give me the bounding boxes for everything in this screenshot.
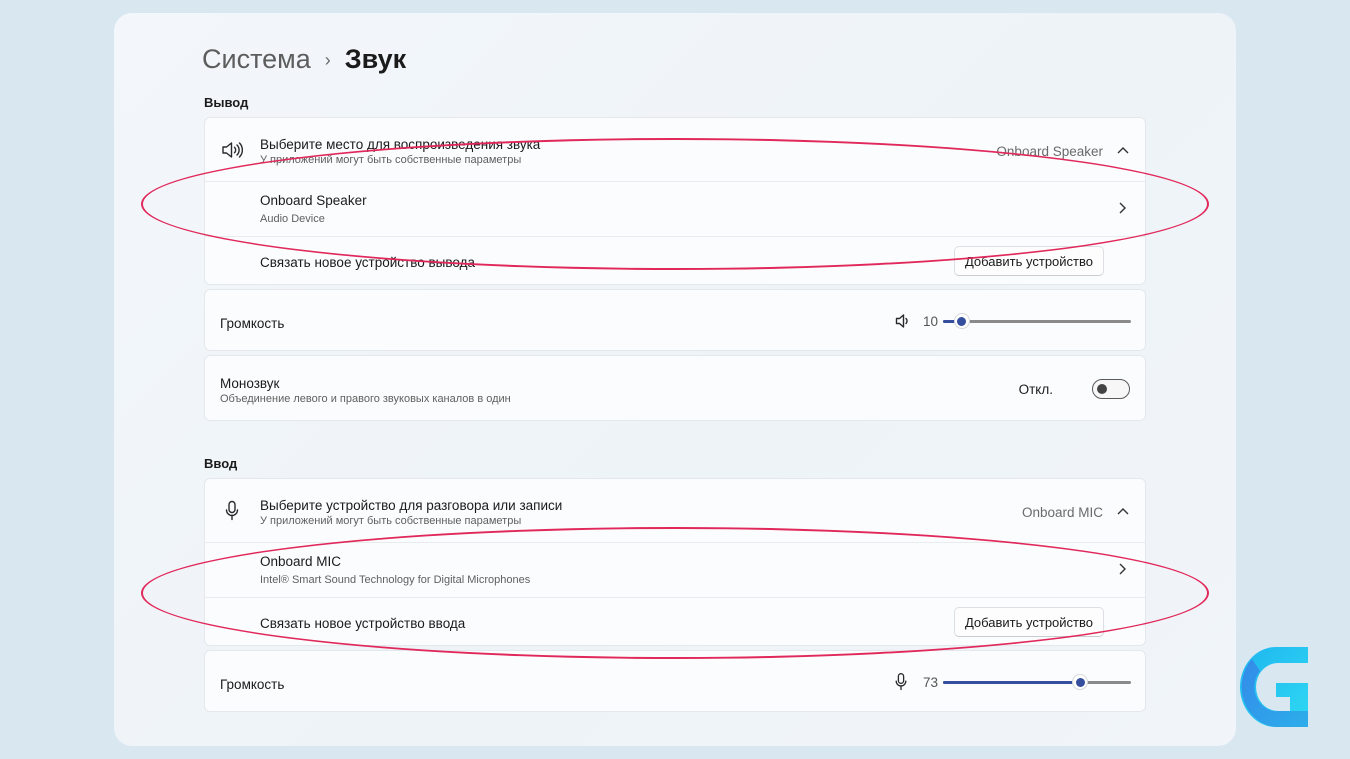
output-picker-subtitle: У приложений могут быть собственные пара… [260,154,522,166]
chevron-right-icon [1119,202,1127,217]
input-volume-value: 73 [923,675,939,690]
output-volume-track [943,320,1131,323]
add-output-device-button[interactable]: Добавить устройство [953,246,1104,276]
breadcrumb: Система › Звук [202,41,406,77]
output-device-description: Audio Device [260,213,325,225]
output-volume-slider[interactable] [943,311,1131,331]
output-device-name: Onboard Speaker [260,193,367,208]
toggle-knob [1097,384,1107,394]
input-device-row[interactable]: Onboard MIC Intel® Smart Sound Technolog… [205,542,1145,597]
output-device-card: Выберите место для воспроизведения звука… [204,117,1146,285]
input-device-picker[interactable]: Выберите устройство для разговора или за… [205,479,1145,542]
mono-audio-card: Монозвук Объединение левого и правого зв… [204,355,1146,421]
mono-audio-toggle[interactable] [1092,379,1130,399]
breadcrumb-parent[interactable]: Система [202,42,311,76]
chevron-up-icon[interactable] [1117,142,1129,157]
output-device-picker[interactable]: Выберите место для воспроизведения звука… [205,118,1145,181]
output-picker-title: Выберите место для воспроизведения звука [260,137,541,152]
mono-audio-title: Монозвук [220,376,280,391]
input-volume-slider[interactable] [943,672,1131,692]
input-picker-title: Выберите устройство для разговора или за… [260,498,563,513]
output-section-title: Вывод [204,95,249,110]
add-input-device-button[interactable]: Добавить устройство [953,607,1104,637]
speaker-volume-icon[interactable] [890,308,916,334]
microphone-volume-icon[interactable] [888,669,914,695]
chevron-up-icon[interactable] [1117,503,1129,518]
input-device-card: Выберите устройство для разговора или за… [204,478,1146,646]
chevron-right-icon [1119,563,1127,578]
input-device-description: Intel® Smart Sound Technology for Digita… [260,574,531,586]
settings-window: Система › Звук Вывод Выберите место для … [114,13,1236,746]
input-volume-label: Громкость [220,677,285,692]
mono-audio-state: Откл. [1018,382,1053,397]
output-volume-value: 10 [923,314,939,329]
output-pair-label: Связать новое устройство вывода [260,255,475,270]
input-picker-subtitle: У приложений могут быть собственные пара… [260,515,522,527]
input-device-name: Onboard MIC [260,554,342,569]
input-selected-device: Onboard MIC [1021,505,1103,520]
output-selected-device: Onboard Speaker [996,144,1103,159]
input-pair-label: Связать новое устройство ввода [260,616,466,631]
page-title: Звук [344,44,407,74]
output-volume-thumb[interactable] [953,313,970,329]
g-logo-icon [1238,645,1310,729]
output-volume-card: Громкость 10 [204,289,1146,351]
breadcrumb-separator-icon: › [324,50,331,70]
speaker-icon [219,137,245,163]
input-volume-card: Громкость 73 [204,650,1146,712]
input-pair-row: Связать новое устройство ввода Добавить … [205,597,1145,647]
input-volume-fill [943,681,1081,684]
microphone-icon [219,498,245,524]
input-volume-thumb[interactable] [1072,674,1089,690]
output-device-row[interactable]: Onboard Speaker Audio Device [205,181,1145,236]
mono-audio-subtitle: Объединение левого и правого звуковых ка… [220,393,511,405]
output-volume-label: Громкость [220,316,285,331]
input-section-title: Ввод [204,456,238,471]
output-pair-row: Связать новое устройство вывода Добавить… [205,236,1145,286]
